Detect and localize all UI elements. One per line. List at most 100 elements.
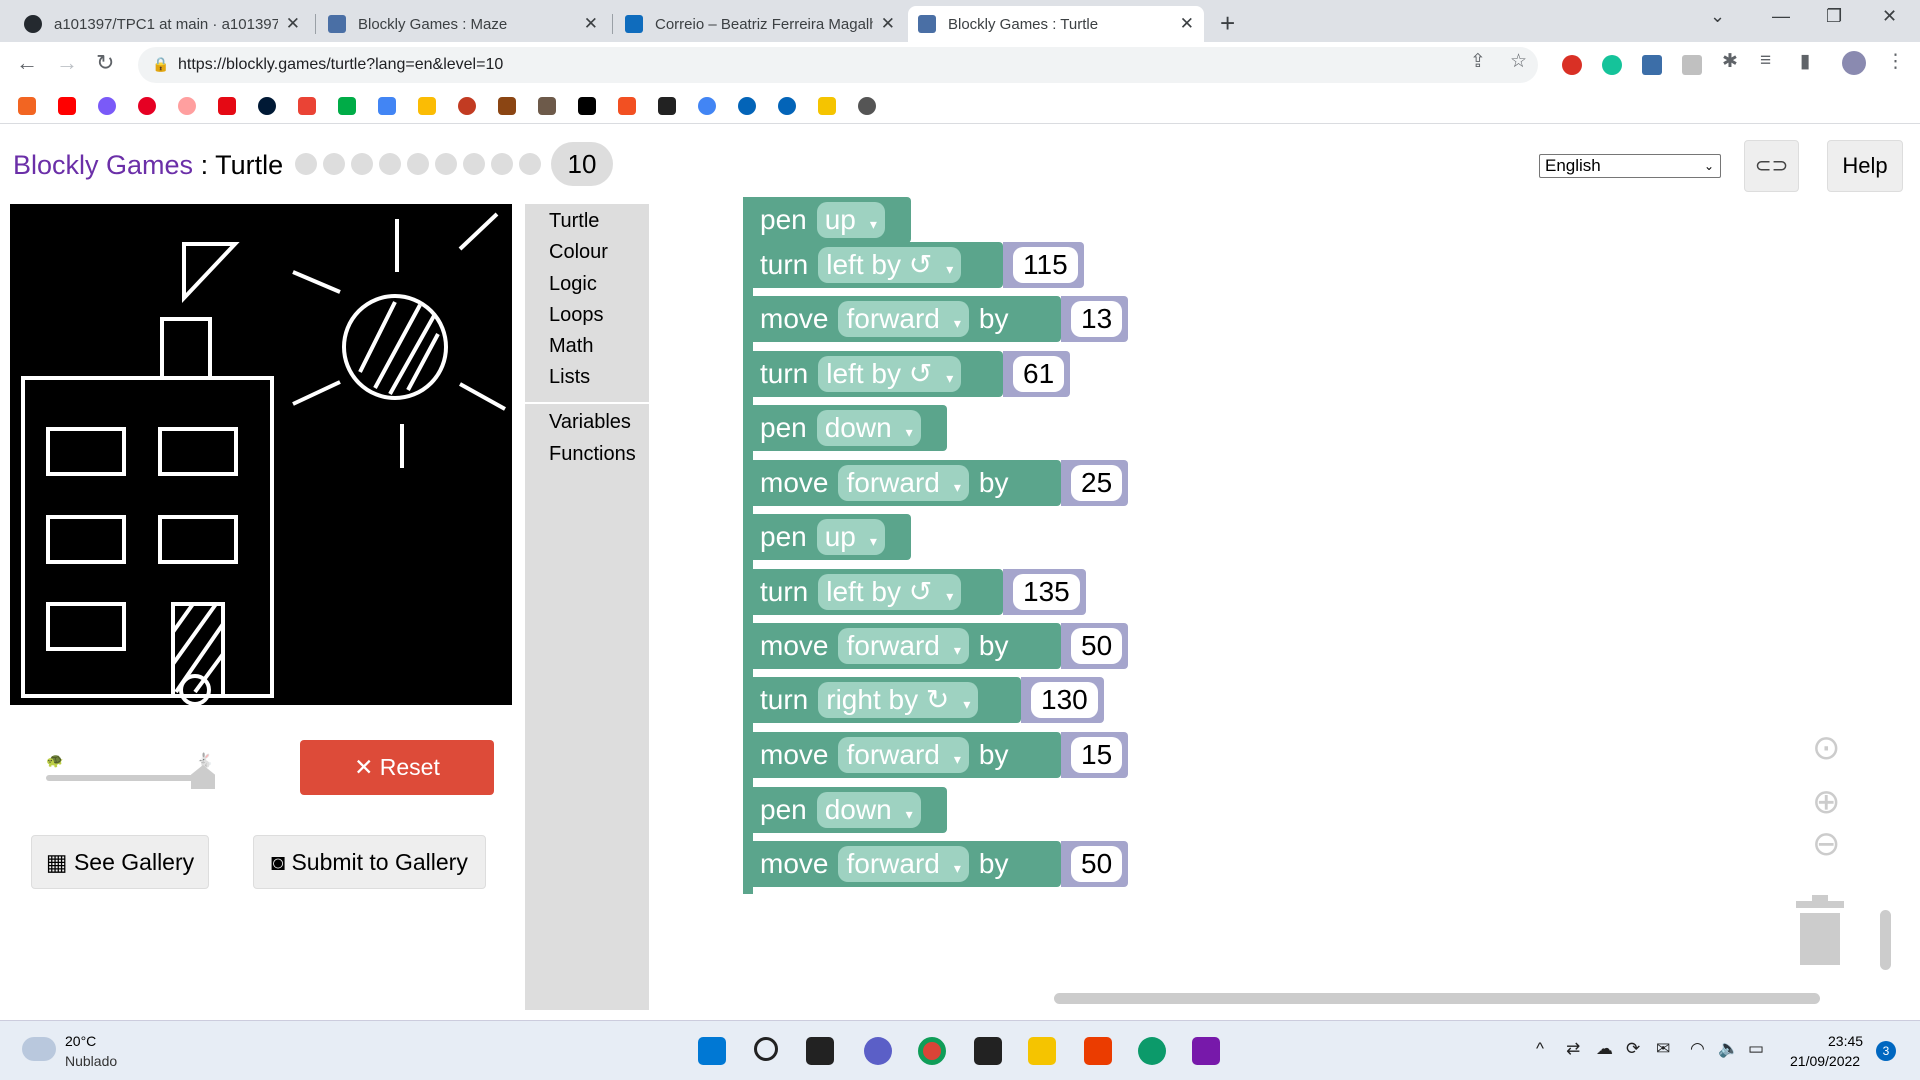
turn-block[interactable]: turn left by ↺ ▾ xyxy=(743,351,1003,397)
tab-search-icon[interactable]: ⌄ xyxy=(1710,6,1725,27)
extension-icon[interactable] xyxy=(1682,55,1702,75)
see-gallery-button[interactable]: ▦ See Gallery xyxy=(31,835,209,889)
toolbox-category-colour[interactable]: Colour xyxy=(549,241,608,264)
toolbox-category-loops[interactable]: Loops xyxy=(549,304,604,327)
horizontal-scrollbar[interactable] xyxy=(1054,993,1820,1004)
turn-dropdown[interactable]: right by ↻ ▾ xyxy=(818,682,979,718)
toolbox-category-logic[interactable]: Logic xyxy=(549,273,597,296)
move-dropdown[interactable]: forward ▾ xyxy=(838,465,969,501)
help-button[interactable]: Help xyxy=(1827,140,1903,192)
bookmark-bug-icon[interactable] xyxy=(458,97,476,115)
tab-github[interactable]: a101397/TPC1 at main · a101397 ✕ xyxy=(14,6,310,42)
move-dropdown[interactable]: forward ▾ xyxy=(838,846,969,882)
turn-block[interactable]: turn left by ↺ ▾ xyxy=(743,569,1003,615)
sync-icon[interactable]: ⟳ xyxy=(1626,1039,1640,1059)
file-explorer-icon[interactable] xyxy=(1028,1037,1056,1065)
slides-icon[interactable] xyxy=(418,97,436,115)
chrome-taskbar-icon[interactable] xyxy=(918,1037,946,1065)
vertical-scrollbar[interactable] xyxy=(1880,910,1891,970)
globe-icon[interactable] xyxy=(858,97,876,115)
onedrive-icon[interactable] xyxy=(778,97,796,115)
move-block[interactable]: move forward ▾ by xyxy=(743,296,1061,342)
chrome-icon[interactable] xyxy=(698,97,716,115)
menu-icon[interactable]: ⋮ xyxy=(1886,50,1905,73)
pen-dropdown[interactable]: up ▾ xyxy=(816,202,885,238)
battery-icon[interactable]: ▭ xyxy=(1748,1039,1764,1059)
search-icon[interactable] xyxy=(754,1037,778,1061)
toolbox-category-lists[interactable]: Lists xyxy=(549,366,590,389)
level-dot-7[interactable] xyxy=(463,153,485,175)
profile-avatar[interactable] xyxy=(1842,51,1866,75)
bookmark-star-icon[interactable]: ☆ xyxy=(1510,50,1527,73)
level-dot-4[interactable] xyxy=(379,153,401,175)
meet-icon[interactable] xyxy=(338,97,356,115)
new-tab-icon[interactable]: + xyxy=(1220,8,1235,39)
zoom-out-icon[interactable]: ⊖ xyxy=(1812,824,1841,864)
sticky-notes-icon[interactable] xyxy=(974,1037,1002,1065)
reload-icon[interactable]: ↻ xyxy=(96,50,114,76)
tab-maze[interactable]: Blockly Games : Maze ✕ xyxy=(318,6,608,42)
pen-block[interactable]: pen up ▾ xyxy=(743,197,911,243)
submit-gallery-button[interactable]: ◙ Submit to Gallery xyxy=(253,835,486,889)
number-field[interactable]: 50 xyxy=(1071,628,1123,664)
number-field[interactable]: 25 xyxy=(1071,465,1123,501)
weather-temperature[interactable]: 20°C xyxy=(65,1033,96,1049)
netflix-icon[interactable] xyxy=(218,97,236,115)
address-bar[interactable]: 🔒 https://blockly.games/turtle?lang=en&l… xyxy=(138,47,1538,83)
gmail-icon[interactable] xyxy=(298,97,316,115)
reset-button[interactable]: ✕ Reset xyxy=(300,740,494,795)
current-level-badge[interactable]: 10 xyxy=(551,142,613,186)
pen-block[interactable]: pen down ▾ xyxy=(743,787,947,833)
number-field[interactable]: 50 xyxy=(1071,846,1123,882)
teams-chat-icon[interactable] xyxy=(864,1037,892,1065)
notification-badge[interactable]: 3 xyxy=(1876,1041,1896,1061)
pinterest-icon[interactable] xyxy=(138,97,156,115)
move-block[interactable]: move forward ▾ by xyxy=(743,732,1061,778)
onedrive-icon[interactable] xyxy=(738,97,756,115)
move-dropdown[interactable]: forward ▾ xyxy=(838,301,969,337)
speed-slider-track[interactable] xyxy=(46,775,206,781)
level-dot-2[interactable] xyxy=(323,153,345,175)
side-panel-icon[interactable]: ▮ xyxy=(1800,50,1810,73)
adblock-icon[interactable] xyxy=(1562,55,1582,75)
number-field[interactable]: 135 xyxy=(1013,574,1080,610)
move-block[interactable]: move forward ▾ by xyxy=(743,841,1061,887)
share-icon[interactable]: ⇪ xyxy=(1470,50,1486,73)
number-field[interactable]: 115 xyxy=(1013,247,1078,283)
office-icon[interactable] xyxy=(1084,1037,1112,1065)
bookmark-bird-icon[interactable] xyxy=(498,97,516,115)
bookmark-face-icon[interactable] xyxy=(178,97,196,115)
close-window-icon[interactable]: ✕ xyxy=(1882,6,1897,27)
clock-date[interactable]: 21/09/2022 xyxy=(1790,1053,1860,1069)
mail-tray-icon[interactable]: ✉ xyxy=(1656,1039,1670,1059)
toolbox-category-math[interactable]: Math xyxy=(549,335,593,358)
onenote-icon[interactable] xyxy=(1192,1037,1220,1065)
bookmark-w-icon[interactable] xyxy=(18,97,36,115)
turn-dropdown[interactable]: left by ↺ ▾ xyxy=(818,356,962,392)
wifi-icon[interactable]: ◠ xyxy=(1690,1039,1705,1059)
close-tab-icon[interactable]: ✕ xyxy=(584,14,598,34)
zoom-in-icon[interactable]: ⊕ xyxy=(1812,782,1841,822)
number-field[interactable]: 15 xyxy=(1071,737,1123,773)
onedrive-tray-icon[interactable]: ☁ xyxy=(1596,1039,1613,1059)
level-dot-1[interactable] xyxy=(295,153,317,175)
tumblr-icon[interactable] xyxy=(258,97,276,115)
pen-block[interactable]: pen up ▾ xyxy=(743,514,911,560)
tab-outlook[interactable]: Correio – Beatriz Ferreira Magalhães ✕ xyxy=(615,6,905,42)
toolbox-category-variables[interactable]: Variables xyxy=(549,411,631,434)
move-block[interactable]: move forward ▾ by xyxy=(743,460,1061,506)
edge-icon[interactable] xyxy=(1138,1037,1166,1065)
move-dropdown[interactable]: forward ▾ xyxy=(838,628,969,664)
pen-block[interactable]: pen down ▾ xyxy=(743,405,947,451)
docs-icon[interactable] xyxy=(378,97,396,115)
close-tab-icon[interactable]: ✕ xyxy=(881,14,895,34)
media-icon[interactable]: ≡ xyxy=(1760,50,1771,72)
toolbox-category-functions[interactable]: Functions xyxy=(549,443,636,466)
number-field[interactable]: 61 xyxy=(1013,356,1065,392)
blackboard-icon[interactable] xyxy=(658,97,676,115)
task-view-icon[interactable] xyxy=(806,1037,834,1065)
tray-chevron-icon[interactable]: ^ xyxy=(1536,1039,1544,1059)
level-dot-3[interactable] xyxy=(351,153,373,175)
back-icon[interactable]: ← xyxy=(16,50,38,76)
pen-dropdown[interactable]: up ▾ xyxy=(816,519,885,555)
